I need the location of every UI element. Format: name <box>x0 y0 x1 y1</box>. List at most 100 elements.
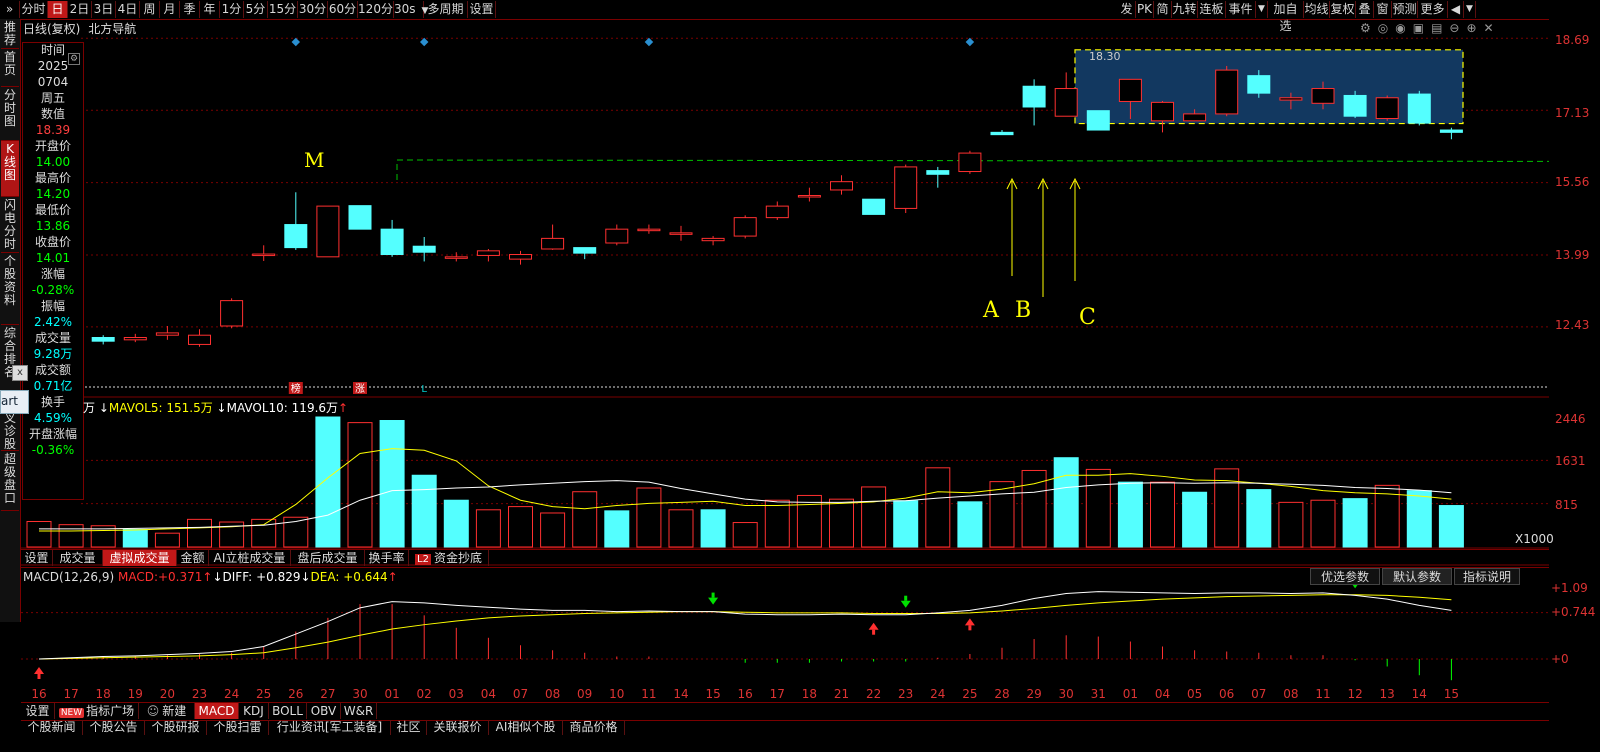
period-6-button[interactable]: 月 <box>160 1 180 18</box>
volume-bar[interactable] <box>764 499 790 548</box>
indicator-tab-5[interactable]: BOLL <box>269 703 307 719</box>
volume-bar[interactable] <box>379 420 405 548</box>
indicator-tab-7[interactable]: W&R <box>341 703 377 719</box>
volume-bar[interactable] <box>796 494 822 548</box>
news-tab-0[interactable]: 个股新闻 <box>21 720 83 735</box>
sidebar-item-1[interactable]: 首页 <box>1 49 19 87</box>
candle[interactable] <box>188 334 211 345</box>
period-7-button[interactable]: 季 <box>180 1 200 18</box>
candle[interactable] <box>380 228 404 256</box>
news-tab-4[interactable]: 行业资讯[军工装备] <box>269 720 391 735</box>
volume-bar[interactable] <box>187 518 212 548</box>
candle[interactable] <box>1247 75 1271 94</box>
volume-tab-4[interactable]: AI立桩成交量 <box>209 550 291 566</box>
volume-tab-6[interactable]: 换手率 <box>365 550 409 566</box>
period-0-button[interactable]: 分时 <box>20 1 48 18</box>
candle[interactable] <box>1279 97 1303 101</box>
candle[interactable] <box>509 254 532 260</box>
volume-tab-5[interactable]: 盘后成交量 <box>291 550 365 566</box>
tool-9-button[interactable]: 叠 <box>1356 1 1374 18</box>
volume-tab-0[interactable]: 设置 <box>21 550 53 566</box>
volume-bar[interactable] <box>411 474 437 548</box>
candle[interactable] <box>123 337 147 341</box>
volume-bar[interactable] <box>475 509 501 548</box>
chart-area[interactable]: M A B C 18.30 榜 涨 L 16 17 18 19 20 23 24 25 26 27 30 01 02 03… <box>21 19 1550 702</box>
buy-signal-icon[interactable] <box>34 667 44 674</box>
buy-signal-icon[interactable] <box>964 618 975 626</box>
tool-6-button[interactable]: 加自选 <box>1268 1 1304 33</box>
candle[interactable] <box>1343 94 1367 117</box>
event-diamond-icon[interactable] <box>419 37 429 47</box>
candle[interactable] <box>894 166 918 209</box>
volume-bar[interactable] <box>668 509 694 548</box>
volume-tab-2[interactable]: 虚拟成交量 <box>103 550 177 566</box>
candle[interactable] <box>1183 113 1207 122</box>
indicator-tab-6[interactable]: OBV <box>307 703 341 719</box>
period-3-button[interactable]: 3日 <box>92 1 116 18</box>
volume-bar[interactable] <box>732 522 758 548</box>
period-2-button[interactable]: 2日 <box>68 1 92 18</box>
volume-bar[interactable] <box>700 509 726 548</box>
volume-bar[interactable] <box>861 486 887 548</box>
volume-tab-7[interactable]: L2 资金抄底 <box>409 550 489 566</box>
chevron-down-icon[interactable]: ▼ <box>1256 1 1268 18</box>
sidebar-item-0[interactable]: 推荐 <box>1 19 19 49</box>
sidebar-item-6[interactable]: 综合排名 <box>1 325 19 397</box>
minus-icon[interactable]: ⊖ <box>1449 21 1466 35</box>
candle[interactable] <box>1311 88 1335 104</box>
candle[interactable] <box>1151 101 1174 122</box>
period-9-button[interactable]: 1分 <box>220 1 244 18</box>
period-11-button[interactable]: 15分 <box>268 1 298 18</box>
indicator-tab-1[interactable]: NEW 指标广场 <box>55 703 139 719</box>
volume-bar[interactable] <box>251 518 277 548</box>
candle[interactable] <box>958 152 982 173</box>
volume-bar[interactable] <box>893 500 919 548</box>
volume-bar[interactable] <box>26 520 52 548</box>
candle[interactable] <box>733 217 757 237</box>
tool-1-button[interactable]: PK <box>1136 1 1154 18</box>
news-tab-7[interactable]: AI相似个股 <box>489 720 563 735</box>
candle[interactable] <box>1407 93 1431 124</box>
macd-button-2[interactable]: 指标说明 <box>1454 568 1520 585</box>
chevron-down-icon[interactable]: ▼ <box>1464 1 1476 18</box>
candle[interactable] <box>1086 110 1110 131</box>
tool-5-button[interactable]: 事件 <box>1226 1 1256 18</box>
candle[interactable] <box>765 205 789 219</box>
tool-8-button[interactable]: 复权 <box>1330 1 1356 18</box>
tool-3-button[interactable]: 九转 <box>1172 1 1198 18</box>
candle[interactable] <box>1375 97 1399 120</box>
volume-bar[interactable] <box>1246 489 1272 548</box>
candle[interactable] <box>284 224 308 249</box>
event-diamond-icon[interactable] <box>644 37 654 47</box>
event-diamond-icon[interactable] <box>965 37 975 47</box>
news-tab-3[interactable]: 个股扫雷 <box>207 720 269 735</box>
tool-2-button[interactable]: 简 <box>1154 1 1172 18</box>
candle[interactable] <box>637 228 661 232</box>
period-10-button[interactable]: 5分 <box>244 1 268 18</box>
volume-tab-3[interactable]: 金额 <box>177 550 209 566</box>
volume-bar[interactable] <box>1053 457 1079 548</box>
sidebar-item-5[interactable]: 个股资料 <box>1 253 19 325</box>
news-tab-8[interactable]: 商品价格 <box>563 720 625 735</box>
candle[interactable] <box>1054 88 1078 117</box>
period-15-button[interactable]: 30s ▼ <box>394 1 428 18</box>
volume-bar[interactable] <box>572 491 598 548</box>
candle[interactable] <box>252 253 276 257</box>
sidebar-item-8[interactable]: 超级盘口 <box>1 451 19 511</box>
popup-close-icon[interactable]: x <box>12 365 28 381</box>
candle[interactable] <box>1439 129 1463 133</box>
period-1-button[interactable]: 日 <box>48 1 68 18</box>
candle[interactable] <box>91 337 115 342</box>
tool-4-button[interactable]: 连板 <box>1198 1 1226 18</box>
indicator-tab-3[interactable]: MACD <box>195 703 239 719</box>
tool-7-button[interactable]: 均线 <box>1304 1 1330 18</box>
candle[interactable] <box>1215 69 1239 115</box>
plus-icon[interactable]: ⊕ <box>1466 21 1483 35</box>
candle[interactable] <box>316 205 340 258</box>
period-12-button[interactable]: 30分 <box>298 1 328 18</box>
candle[interactable] <box>1118 78 1142 102</box>
candle[interactable] <box>155 332 179 336</box>
candle[interactable] <box>701 237 725 242</box>
macd-button-1[interactable]: 默认参数 <box>1382 568 1452 585</box>
floating-popup[interactable]: art <box>0 390 29 414</box>
